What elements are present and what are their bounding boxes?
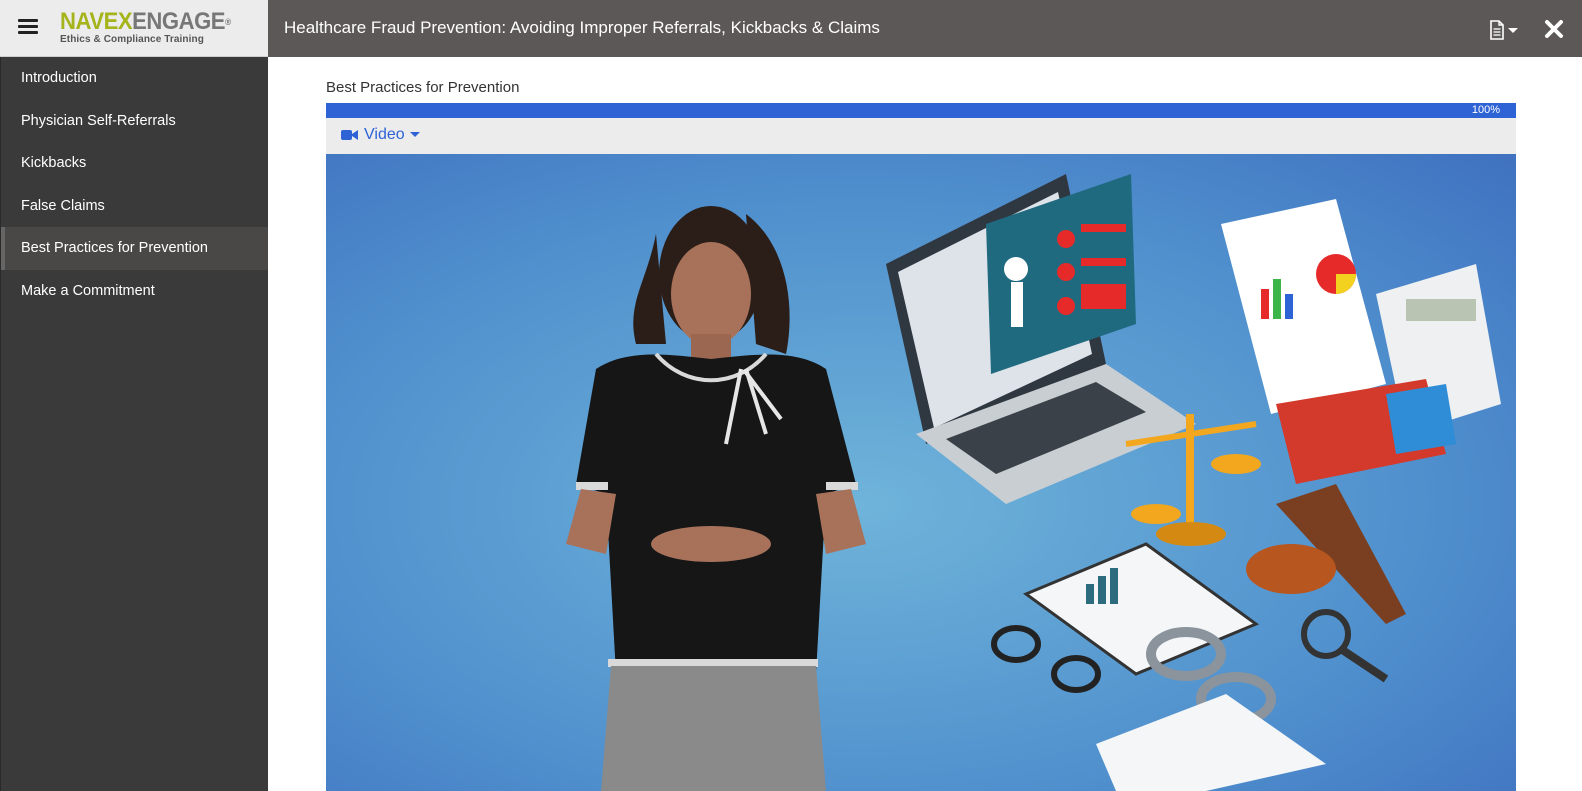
- video-frame-illustration: [326, 154, 1516, 791]
- progress-label: 100%: [1471, 104, 1500, 116]
- media-type-label: Video: [364, 126, 405, 143]
- progress-bar: 100%: [326, 103, 1516, 118]
- sidebar-item-introduction[interactable]: Introduction: [1, 57, 268, 100]
- sidebar-item-kickbacks[interactable]: Kickbacks: [1, 142, 268, 185]
- sidebar-nav: Introduction Physician Self-Referrals Ki…: [0, 57, 268, 791]
- sidebar-item-physician-self-referrals[interactable]: Physician Self-Referrals: [1, 100, 268, 143]
- section-title: Best Practices for Prevention: [326, 79, 520, 96]
- sidebar-item-best-practices[interactable]: Best Practices for Prevention: [1, 227, 268, 270]
- sidebar-item-make-a-commitment[interactable]: Make a Commitment: [1, 270, 268, 313]
- top-bar: Healthcare Fraud Prevention: Avoiding Im…: [268, 0, 1582, 57]
- logo-tagline: Ethics & Compliance Training: [60, 34, 204, 45]
- hamburger-menu-icon[interactable]: [18, 19, 38, 37]
- logo-engage-text: ENGAGE: [132, 8, 226, 35]
- navex-engage-logo: NAVEXENGAGE® Ethics & Compliance Trainin…: [60, 8, 246, 46]
- close-icon: [1545, 20, 1563, 38]
- media-toolbar: Video: [326, 118, 1516, 154]
- logo-navex-text: NAVEX: [60, 8, 133, 35]
- document-menu-button[interactable]: [1488, 20, 1520, 40]
- document-icon: [1490, 20, 1518, 40]
- media-type-dropdown[interactable]: Video: [341, 126, 427, 144]
- course-title: Healthcare Fraud Prevention: Avoiding Im…: [284, 18, 880, 37]
- video-player[interactable]: [326, 154, 1516, 791]
- logo-registered-mark: ®: [225, 17, 231, 27]
- close-button[interactable]: [1544, 19, 1564, 39]
- progress-fill: [326, 103, 1516, 118]
- video-camera-icon: [341, 130, 358, 140]
- caret-down-icon: [409, 132, 420, 137]
- main-content: Best Practices for Prevention 100% Video: [268, 57, 1582, 791]
- sidebar-item-false-claims[interactable]: False Claims: [1, 185, 268, 228]
- logo-area: NAVEXENGAGE® Ethics & Compliance Trainin…: [0, 0, 268, 57]
